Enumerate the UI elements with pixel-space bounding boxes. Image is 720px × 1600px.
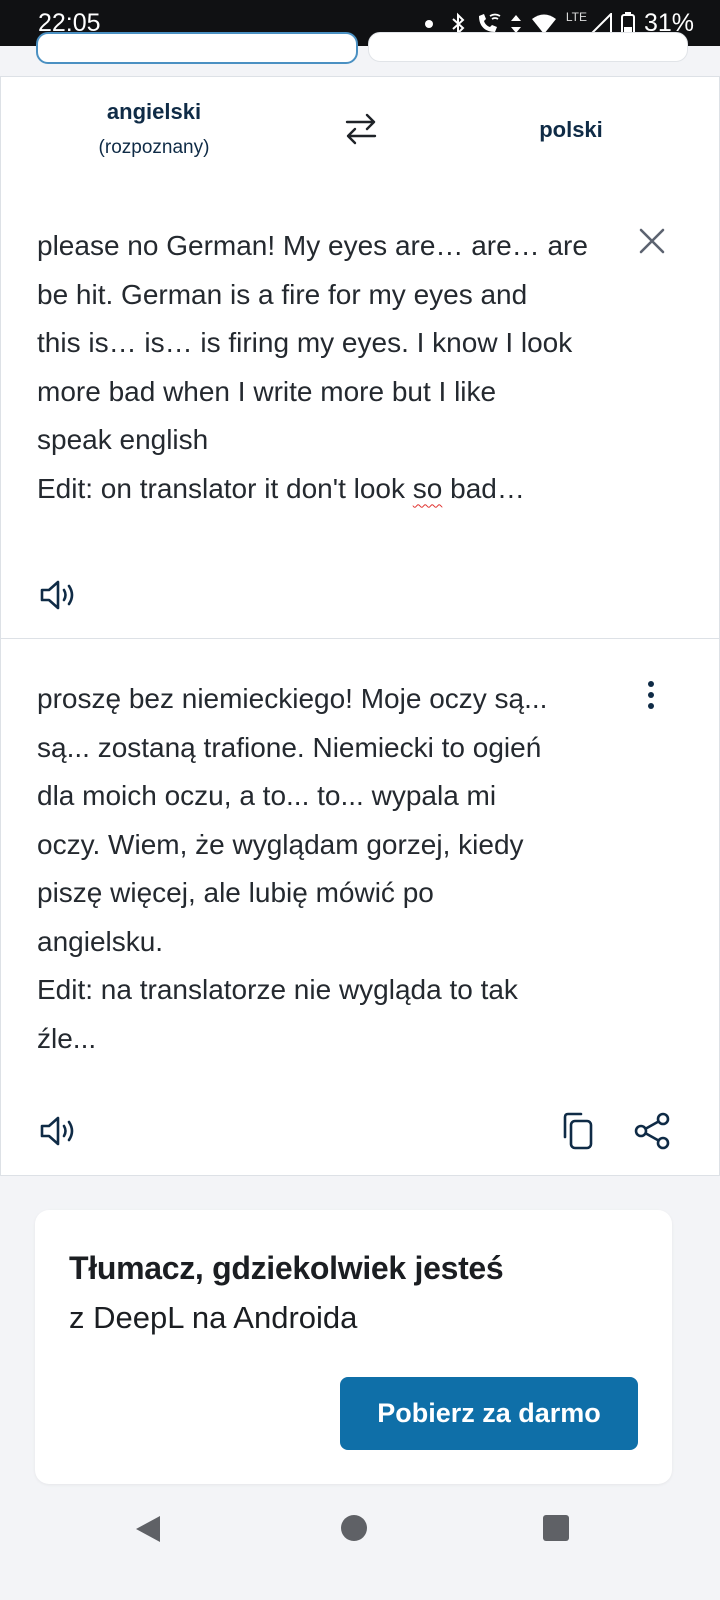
source-text-end: bad…	[442, 472, 525, 504]
translation-text: proszę bez niemieckiego! Moje oczy są...…	[37, 683, 548, 1054]
download-free-button[interactable]: Pobierz za darmo	[340, 1377, 638, 1450]
promo-title: Tłumacz, gdziekolwiek jesteś	[69, 1250, 504, 1286]
promo-card: Tłumacz, gdziekolwiek jesteś z DeepL na …	[35, 1210, 672, 1484]
source-language-name: angielski	[106, 99, 202, 124]
translate-files-tab[interactable]	[368, 32, 688, 62]
translate-text-tab[interactable]	[36, 32, 358, 64]
top-controls	[0, 32, 720, 76]
source-text-panel: please no German! My eyes are… are… are …	[0, 186, 720, 639]
home-icon[interactable]	[341, 1515, 367, 1541]
notification-dot-icon	[424, 19, 433, 28]
speaker-icon[interactable]	[39, 578, 79, 612]
navigation-bar	[0, 1488, 720, 1600]
promo-subtitle: z DeepL na Androida	[69, 1300, 358, 1335]
spellcheck-flagged-word[interactable]: so	[413, 473, 443, 504]
recent-apps-icon[interactable]	[543, 1515, 569, 1541]
share-icon[interactable]	[633, 1112, 671, 1150]
source-language-detected: (rozpoznany)	[98, 137, 210, 158]
source-language-selector[interactable]: angielski (rozpoznany)	[61, 99, 247, 159]
copy-icon[interactable]	[561, 1111, 595, 1151]
back-icon[interactable]	[134, 1514, 162, 1544]
source-text-input[interactable]: please no German! My eyes are… are… are …	[37, 222, 627, 513]
network-type: LTE	[565, 9, 587, 24]
language-bar: angielski (rozpoznany) polski	[0, 76, 720, 188]
target-language-selector[interactable]: polski	[501, 117, 641, 143]
translation-panel: proszę bez niemieckiego! Moje oczy są...…	[0, 639, 720, 1176]
more-vertical-icon[interactable]	[641, 679, 661, 711]
close-icon[interactable]	[637, 226, 667, 256]
speaker-icon[interactable]	[39, 1114, 79, 1148]
source-text-part: please no German! My eyes are… are… are …	[37, 230, 588, 504]
swap-icon[interactable]	[341, 109, 381, 149]
target-language-name: polski	[539, 117, 603, 142]
